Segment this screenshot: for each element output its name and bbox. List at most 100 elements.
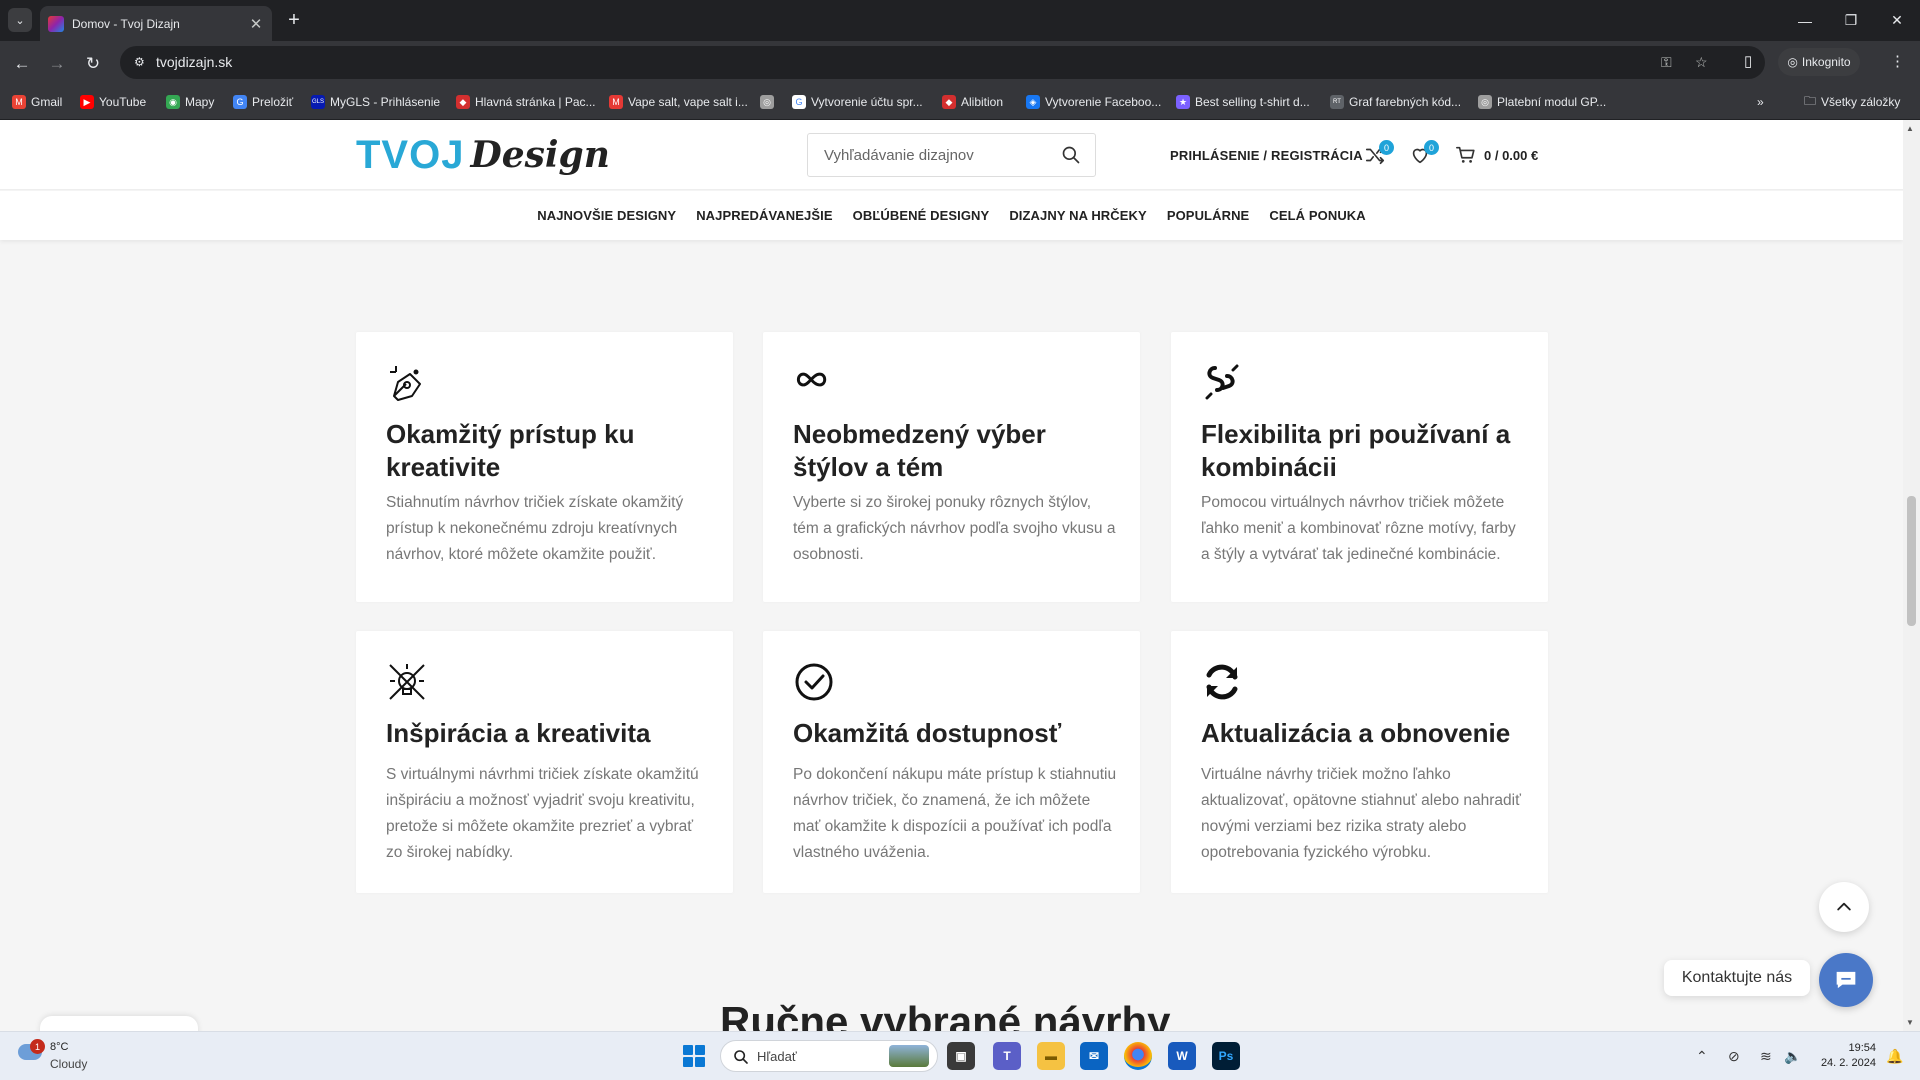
tab-title: Domov - Tvoj Dizajn — [72, 16, 180, 31]
volume-icon[interactable]: 🔈 — [1784, 1048, 1801, 1065]
feature-card: Aktualizácia a obnovenie Virtuálne návrhy… — [1171, 631, 1548, 893]
bookmark-label: Gmail — [31, 95, 63, 109]
bookmark-item[interactable]: ★ Best selling t-shirt d... — [1176, 93, 1310, 111]
scrollbar-thumb[interactable] — [1907, 496, 1916, 626]
feature-card: Neobmedzený výber štýlov a tém Vyberte si… — [763, 332, 1140, 602]
bookmark-item[interactable]: ◆ Hlavná stránka | Pac... — [456, 93, 596, 111]
bookmark-item[interactable]: GLS MyGLS - Prihlásenie — [311, 93, 440, 111]
bookmark-label: Mapy — [185, 95, 215, 109]
scroll-down-arrow-icon[interactable]: ▼ — [1906, 1018, 1914, 1027]
wishlist-count-badge: 0 — [1424, 140, 1439, 155]
taskbar-clock[interactable]: 19:54 24. 2. 2024 — [1812, 1041, 1876, 1071]
search-icon[interactable] — [1061, 145, 1081, 165]
infinity-icon — [796, 372, 827, 387]
nav-item[interactable]: NAJNOVŠIE DESIGNY — [527, 208, 686, 223]
contact-label[interactable]: Kontaktujte nás — [1664, 960, 1810, 996]
mail-icon[interactable]: ✉ — [1080, 1042, 1108, 1070]
all-bookmarks-label: Všetky záložky — [1821, 95, 1901, 109]
scroll-to-top-button[interactable] — [1819, 882, 1869, 932]
feature-card: Okamžitý prístup ku kreativite Stiahnutím… — [356, 332, 733, 602]
forward-button[interactable]: → — [43, 50, 71, 78]
chrome-taskbar-icon[interactable] — [1124, 1042, 1152, 1070]
network-off-icon[interactable]: ⊘ — [1728, 1048, 1740, 1065]
incognito-indicator[interactable]: ◎ Inkognito — [1778, 48, 1860, 76]
all-bookmarks-button[interactable]: 🗀 Všetky záložky — [1804, 93, 1900, 111]
chat-widget-tab[interactable] — [40, 1016, 198, 1031]
feature-description: Stiahnutím návrhov tričiek získate okamž… — [386, 494, 684, 563]
bookmark-label: Hlavná stránka | Pac... — [475, 95, 596, 109]
bookmark-item[interactable]: ◆ Alibition — [942, 93, 1003, 111]
bookmark-favicon-icon: RT — [1330, 95, 1344, 109]
menu-kebab-icon[interactable]: ⋮ — [1890, 52, 1905, 70]
word-icon[interactable]: W — [1168, 1042, 1196, 1070]
feature-title: Okamžitý prístup ku kreativite — [386, 419, 635, 482]
new-tab-button[interactable]: + — [282, 8, 306, 32]
bookmark-item[interactable]: G Vytvorenie účtu spr... — [792, 93, 923, 111]
teams-icon[interactable]: T — [993, 1042, 1021, 1070]
bookmark-item[interactable]: ◈ Vytvorenie Faceboo... — [1026, 93, 1161, 111]
cart-icon[interactable] — [1455, 144, 1477, 166]
taskbar-search[interactable]: Hľadať — [720, 1040, 938, 1072]
tab-search-button[interactable]: ⌄ — [8, 8, 32, 32]
nav-item[interactable]: OBĽÚBENÉ DESIGNY — [843, 208, 1000, 223]
feature-description: Virtuálne návrhy tričiek možno ľahko akt… — [1201, 766, 1521, 861]
nav-item[interactable]: NAJPREDÁVANEJŠIE — [686, 208, 842, 223]
bookmark-item[interactable]: ◎ — [760, 93, 774, 111]
photoshop-icon[interactable]: Ps — [1212, 1042, 1240, 1070]
bookmark-star-icon[interactable]: ☆ — [1695, 54, 1708, 71]
site-info-icon[interactable]: ⚙ — [134, 55, 145, 69]
logo-text-primary: TVOJ — [356, 132, 465, 177]
logo-text-script: Design — [470, 134, 610, 176]
feature-title: Neobmedzený výber štýlov a tém — [793, 419, 1046, 482]
back-button[interactable]: ← — [8, 50, 36, 78]
close-tab-icon[interactable]: ✕ — [248, 15, 264, 33]
minimize-button[interactable]: — — [1782, 0, 1828, 41]
incognito-icon: ◎ — [1787, 55, 1798, 69]
site-logo[interactable]: TVOJ Design — [356, 130, 610, 180]
feature-title: Inšpirácia a kreativita — [386, 718, 651, 748]
contact-chat-button[interactable] — [1819, 953, 1873, 1007]
feature-card: Flexibilita pri používaní a kombinácii Po… — [1171, 332, 1548, 602]
bookmarks-overflow-icon[interactable]: » — [1757, 93, 1764, 111]
scroll-up-arrow-icon[interactable]: ▲ — [1906, 124, 1914, 133]
bookmark-item[interactable]: M Gmail — [12, 93, 62, 111]
close-window-button[interactable]: ✕ — [1874, 0, 1920, 41]
weather-temperature[interactable]: 8°C — [50, 1041, 68, 1053]
nav-item[interactable]: POPULÁRNE — [1157, 208, 1260, 223]
bookmark-favicon-icon: G — [233, 95, 247, 109]
bookmark-label: Vape salt, vape salt i... — [628, 95, 748, 109]
nav-item[interactable]: DIZAJNY NA HRČEKY — [999, 208, 1157, 223]
bookmark-favicon-icon: M — [609, 95, 623, 109]
notification-bell-icon[interactable]: 🔔 — [1886, 1048, 1903, 1065]
side-panel-icon[interactable]: ▯ — [1744, 52, 1752, 70]
login-register-link[interactable]: PRIHLÁSENIE / REGISTRÁCIA — [1170, 148, 1363, 163]
bookmark-item[interactable]: ◎ Platební modul GP... — [1478, 93, 1606, 111]
feature-description: S virtuálnymi návrhmi tričiek získate ok… — [386, 766, 699, 861]
bookmark-favicon-icon: ◈ — [1026, 95, 1040, 109]
search-input[interactable] — [808, 134, 1048, 176]
wifi-icon[interactable]: ≋ — [1760, 1048, 1772, 1065]
reload-button[interactable]: ↻ — [79, 50, 107, 78]
chevron-up-icon — [1837, 902, 1851, 911]
bookmark-item[interactable]: ▶ YouTube — [80, 93, 146, 111]
bookmark-item[interactable]: G Preložiť — [233, 93, 293, 111]
key-icon[interactable]: ⚿ — [1661, 54, 1672, 71]
bookmark-item[interactable]: RT Graf farebných kód... — [1330, 93, 1461, 111]
chevron-down-icon: ⌄ — [15, 14, 25, 27]
feature-description: Po dokončení nákupu máte prístup k stiah… — [793, 766, 1117, 861]
bookmark-label: Preložiť — [252, 95, 294, 109]
bookmark-label: MyGLS - Prihlásenie — [330, 95, 441, 109]
task-view-icon[interactable]: ▣ — [947, 1042, 975, 1070]
start-button[interactable] — [683, 1045, 705, 1067]
bookmark-label: YouTube — [99, 95, 147, 109]
cart-total[interactable]: 0 / 0.00 € — [1484, 148, 1538, 163]
weather-condition[interactable]: Cloudy — [50, 1057, 87, 1071]
tray-overflow-icon[interactable]: ⌃ — [1696, 1048, 1708, 1065]
restore-button[interactable]: ❐ — [1828, 0, 1874, 41]
browser-tab[interactable]: Domov - Tvoj Dizajn ✕ — [40, 6, 272, 41]
file-explorer-icon[interactable]: ▬ — [1037, 1042, 1065, 1070]
bookmark-item[interactable]: ◉ Mapy — [166, 93, 214, 111]
bookmark-item[interactable]: M Vape salt, vape salt i... — [609, 93, 748, 111]
address-bar[interactable]: ⚙ tvojdizajn.sk ⚿ ☆ — [120, 46, 1765, 79]
nav-item[interactable]: CELÁ PONUKA — [1259, 208, 1375, 223]
